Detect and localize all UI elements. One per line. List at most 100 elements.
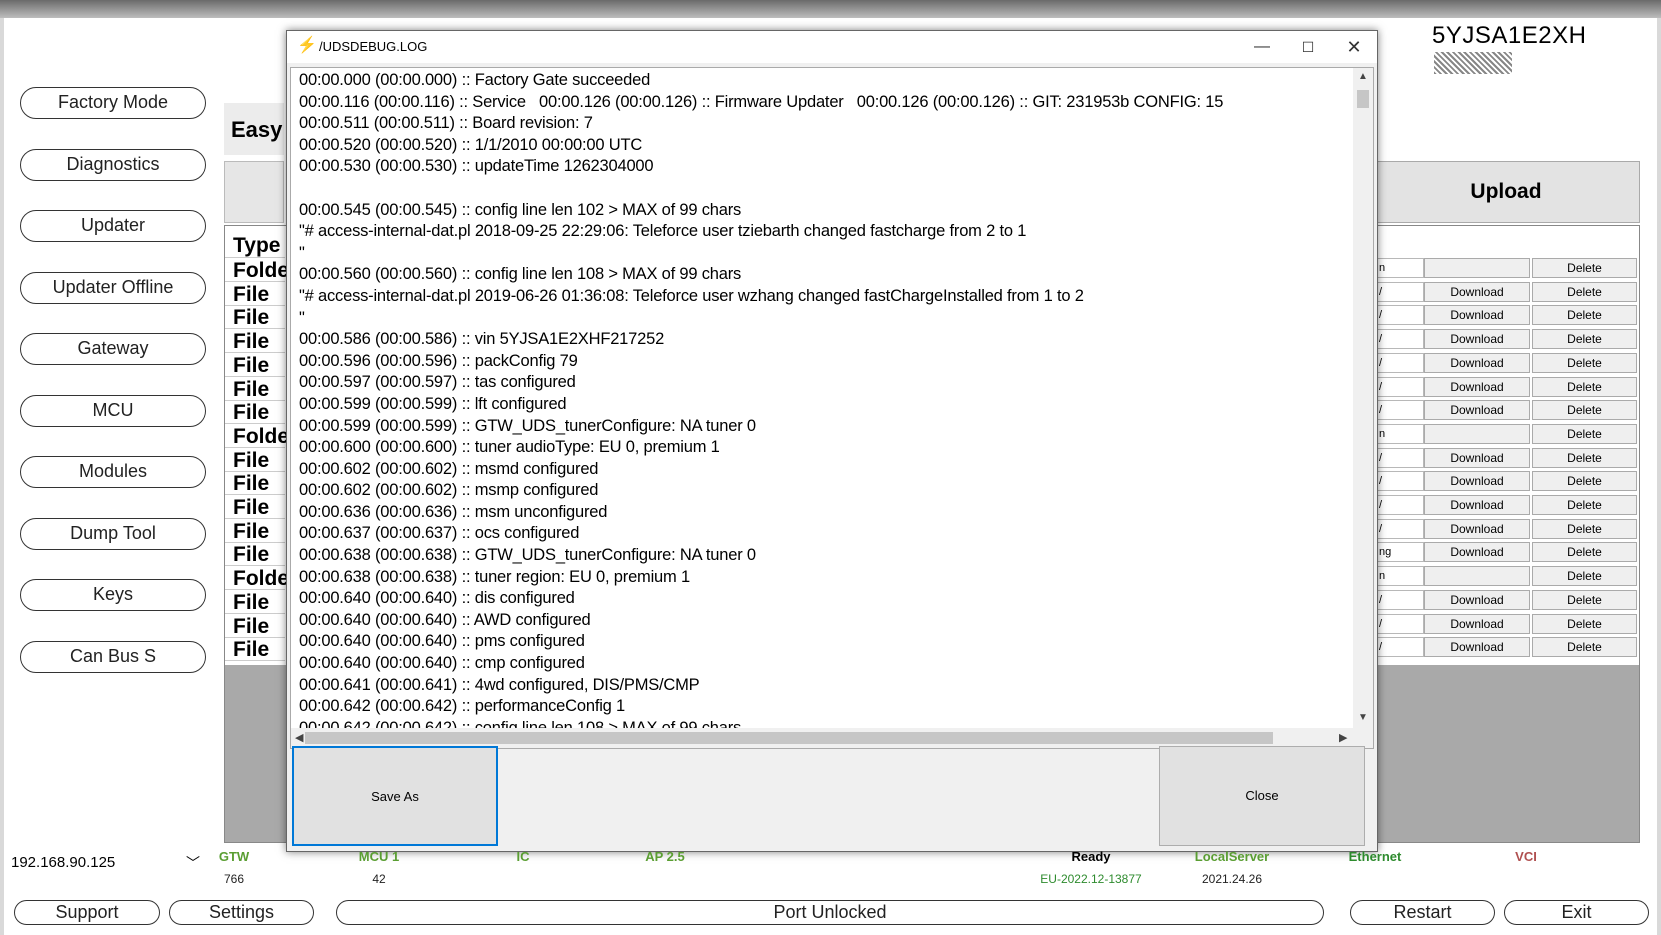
sidebar-button-mcu[interactable]: MCU <box>20 394 206 427</box>
scroll-right-icon[interactable]: ▶ <box>1339 731 1347 744</box>
row-type-cell: File <box>225 614 285 638</box>
download-button[interactable]: Download <box>1424 589 1530 610</box>
save-as-button[interactable]: Save As <box>292 746 498 846</box>
sidebar-button-keys[interactable]: Keys <box>20 579 206 611</box>
vertical-scrollbar[interactable]: ▲ ▼ <box>1353 68 1373 748</box>
delete-button[interactable]: Delete <box>1532 258 1637 278</box>
tab-easy[interactable]: Easy <box>224 103 284 155</box>
close-icon[interactable]: ✕ <box>1331 33 1377 61</box>
sidebar-button-diagnostics[interactable]: Diagnostics <box>20 148 206 181</box>
delete-button[interactable]: Delete <box>1532 542 1637 563</box>
support-button[interactable]: Support <box>14 900 160 925</box>
download-button <box>1424 423 1530 444</box>
status-ethernet-label: Ethernet <box>1348 849 1402 864</box>
download-button <box>1424 258 1530 278</box>
vertical-scroll-thumb[interactable] <box>1357 90 1369 108</box>
exit-button[interactable]: Exit <box>1504 900 1649 925</box>
delete-button[interactable]: Delete <box>1532 352 1637 373</box>
log-line: 00:00.597 (00:00.597) :: tas configured <box>299 373 576 392</box>
status-gtw-value: 766 <box>223 872 245 886</box>
log-line: 00:00.545 (00:00.545) :: config line len… <box>299 200 742 219</box>
delete-button[interactable]: Delete <box>1532 613 1637 634</box>
scroll-left-icon[interactable]: ◀ <box>295 731 303 744</box>
log-line: 00:00.520 (00:00.520) :: 1/1/2010 00:00:… <box>299 135 643 154</box>
scroll-up-icon[interactable]: ▲ <box>1358 71 1368 82</box>
row-type-cell: File <box>225 306 285 330</box>
log-line: "# access-internal-dat.pl 2018-09-25 22:… <box>299 222 1027 241</box>
delete-button[interactable]: Delete <box>1532 566 1637 587</box>
status-ready-label: Ready <box>1071 849 1111 864</box>
row-type-cell: File <box>225 448 285 472</box>
sidebar-button-updater[interactable]: Updater <box>20 210 206 242</box>
download-button[interactable]: Download <box>1424 637 1530 658</box>
type-column-header: Type <box>225 234 285 258</box>
download-button[interactable]: Download <box>1424 329 1530 350</box>
delete-button[interactable]: Delete <box>1532 589 1637 610</box>
download-button[interactable]: Download <box>1424 352 1530 373</box>
delete-button[interactable]: Delete <box>1532 447 1637 468</box>
delete-button[interactable]: Delete <box>1532 329 1637 350</box>
row-type-cell: File <box>225 590 285 614</box>
status-ap-2-5-label: AP 2.5 <box>645 849 685 864</box>
row-status-cell: / <box>1376 637 1424 658</box>
row-type-cell: Folde <box>225 259 289 282</box>
row-status-cell: / <box>1376 518 1424 539</box>
row-status-cell: / <box>1376 281 1424 302</box>
sidebar-button-can-bus-s[interactable]: Can Bus S <box>20 640 206 673</box>
download-button[interactable]: Download <box>1424 305 1530 326</box>
download-button[interactable]: Download <box>1424 542 1530 563</box>
toolbar-strip <box>224 161 284 223</box>
row-status-cell: n <box>1376 423 1424 444</box>
row-type-cell: Folde <box>225 424 289 448</box>
sidebar-button-factory-mode[interactable]: Factory Mode <box>20 87 206 119</box>
row-status-cell: / <box>1376 305 1424 326</box>
log-line: 00:00.116 (00:00.116) :: Service 00:00.1… <box>299 92 1224 111</box>
vin-text: 5YJSA1E2XH <box>1432 22 1587 49</box>
maximize-icon[interactable]: ☐ <box>1285 33 1331 61</box>
delete-button[interactable]: Delete <box>1532 376 1637 397</box>
delete-button[interactable]: Delete <box>1532 637 1637 658</box>
delete-button[interactable]: Delete <box>1532 518 1637 539</box>
download-button[interactable]: Download <box>1424 376 1530 397</box>
restart-button[interactable]: Restart <box>1350 900 1495 925</box>
log-dialog: ⚡ /UDSDEBUG.LOG — ☐ ✕ 00:00.000 (00:00.0… <box>286 30 1378 852</box>
upload-button[interactable]: Upload <box>1372 161 1640 223</box>
sidebar-button-dump-tool[interactable]: Dump Tool <box>20 517 206 550</box>
delete-button[interactable]: Delete <box>1532 423 1637 444</box>
status-localserver-value: 2021.24.26 <box>1201 872 1263 886</box>
sidebar-button-gateway[interactable]: Gateway <box>20 333 206 365</box>
delete-button[interactable]: Delete <box>1532 495 1637 515</box>
row-type-cell: File <box>225 496 285 519</box>
sidebar-button-modules[interactable]: Modules <box>20 456 206 488</box>
close-button[interactable]: Close <box>1159 746 1365 846</box>
delete-button[interactable]: Delete <box>1532 281 1637 302</box>
download-button[interactable]: Download <box>1424 281 1530 302</box>
delete-button[interactable]: Delete <box>1532 471 1637 492</box>
row-status-cell: n <box>1376 566 1424 587</box>
delete-button[interactable]: Delete <box>1532 400 1637 421</box>
settings-button[interactable]: Settings <box>169 900 314 925</box>
download-button[interactable]: Download <box>1424 447 1530 468</box>
status-ic-label: IC <box>516 849 530 864</box>
download-button[interactable]: Download <box>1424 495 1530 515</box>
download-button[interactable]: Download <box>1424 518 1530 539</box>
log-line: 00:00.560 (00:00.560) :: config line len… <box>299 265 742 284</box>
row-status-cell: / <box>1376 495 1424 515</box>
scroll-down-icon[interactable]: ▼ <box>1358 712 1368 723</box>
log-line: 00:00.599 (00:00.599) :: lft configured <box>299 394 567 413</box>
sidebar-button-updater-offline[interactable]: Updater Offline <box>20 271 206 304</box>
log-line: 00:00.642 (00:00.642) :: performanceConf… <box>299 697 626 716</box>
horizontal-scroll-thumb[interactable] <box>305 732 1273 744</box>
horizontal-scrollbar[interactable]: ◀ ▶ <box>291 728 1355 748</box>
status-ready-value: EU-2022.12-13877 <box>1040 872 1142 886</box>
log-line: " <box>299 308 305 327</box>
minimize-icon[interactable]: — <box>1239 33 1285 61</box>
window-frame-left <box>0 18 4 935</box>
download-button[interactable]: Download <box>1424 613 1530 634</box>
log-text-area[interactable]: 00:00.000 (00:00.000) :: Factory Gate su… <box>290 67 1374 749</box>
log-line: 00:00.596 (00:00.596) :: packConfig 79 <box>299 351 578 370</box>
delete-button[interactable]: Delete <box>1532 305 1637 326</box>
download-button[interactable]: Download <box>1424 471 1530 492</box>
download-button[interactable]: Download <box>1424 400 1530 421</box>
